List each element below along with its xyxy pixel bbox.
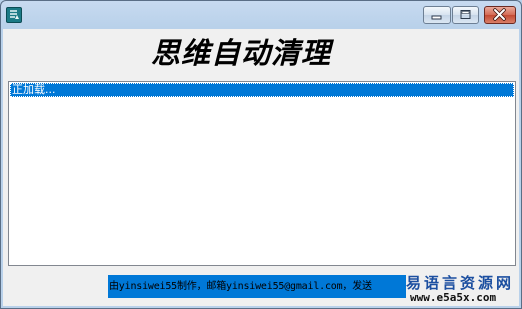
close-icon bbox=[493, 8, 506, 21]
watermark-url: www.e5a5x.com bbox=[410, 291, 497, 304]
title-bar[interactable] bbox=[1, 1, 521, 29]
app-window: 思维自动清理 正加载... 由yinsiwei55制作，邮箱yinsiwei55… bbox=[0, 0, 522, 309]
page-title: 思维自动清理 bbox=[150, 36, 331, 70]
list-item[interactable]: 正加载... bbox=[10, 83, 514, 97]
log-listbox[interactable]: 正加载... bbox=[8, 81, 516, 266]
app-icon[interactable] bbox=[6, 7, 22, 23]
close-button[interactable] bbox=[484, 6, 516, 24]
maximize-icon bbox=[460, 10, 471, 19]
credit-label: 由yinsiwei55制作，邮箱yinsiwei55@gmail.com，发送 bbox=[108, 275, 406, 298]
minimize-icon bbox=[431, 15, 442, 20]
client-area: 思维自动清理 正加载... 由yinsiwei55制作，邮箱yinsiwei55… bbox=[3, 29, 519, 306]
minimize-button[interactable] bbox=[423, 6, 451, 24]
maximize-button[interactable] bbox=[452, 6, 479, 24]
watermark-text: 易语言资源网 bbox=[406, 274, 515, 292]
